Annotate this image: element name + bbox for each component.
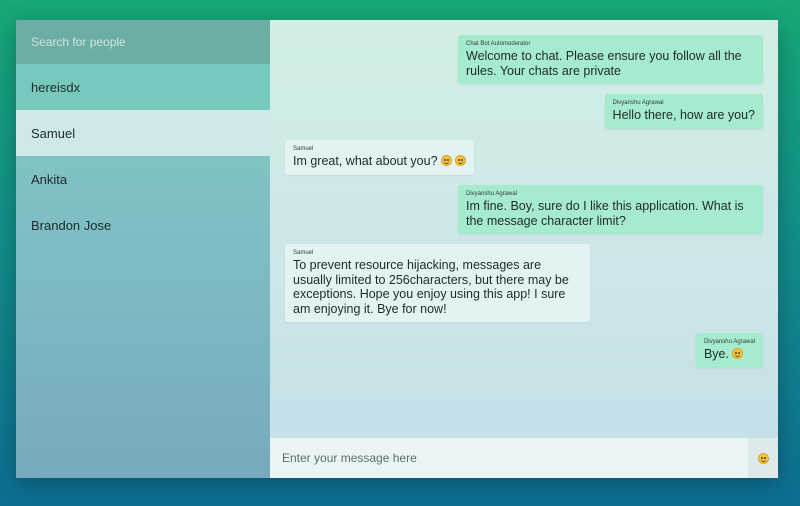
smiley-emoji-icon [731,348,743,359]
smiley-emoji-icon [440,155,452,166]
message-sender: Samuel [293,146,314,152]
search-bar [16,20,270,64]
search-input[interactable] [31,35,251,49]
contact-item-ankita[interactable]: Ankita [16,156,270,202]
smiley-emoji-icon [454,155,466,166]
contact-name: Brandon Jose [31,217,112,233]
message-sender: Divyanshu Agrawal [466,191,518,197]
message-text: Bye. [703,347,729,361]
contact-item-brandon-jose[interactable]: Brandon Jose [16,202,270,248]
message-sender: Divyanshu Agrawal [703,339,755,345]
chat-app-window: hereisdx Samuel Ankita Brandon Jose Chat… [16,20,778,478]
sidebar: hereisdx Samuel Ankita Brandon Jose [16,20,270,478]
message-bubble: Chat Bot Automoderator Welcome to chat. … [458,35,763,84]
contact-name: Samuel [31,125,76,141]
message-sender: Chat Bot Automoderator [466,41,531,47]
message-input[interactable] [270,438,748,478]
message-bubble: Divyanshu Agrawal Im fine. Boy, sure do … [458,185,763,234]
contact-item-hereisdx[interactable]: hereisdx [16,64,270,110]
contact-item-samuel[interactable]: Samuel [16,110,270,156]
message-text: To prevent resource hijacking, messages … [293,258,569,316]
message-text: Hello there, how are you? [612,108,755,122]
message-bubble: Samuel To prevent resource hijacking, me… [285,244,590,322]
message-text: Im great, what about you? [293,154,438,168]
smiley-emoji-icon [757,452,769,464]
message-bubble: Divyanshu Agrawal Hello there, how are y… [604,94,763,129]
message-list: Chat Bot Automoderator Welcome to chat. … [270,20,778,438]
contact-name: hereisdx [31,79,81,95]
message-text: Welcome to chat. Please ensure you follo… [466,49,742,78]
message-bubble: Samuel Im great, what about you? [285,140,474,175]
message-sender: Samuel [293,250,314,256]
message-text: Im fine. Boy, sure do I like this applic… [466,199,744,228]
message-bubble: Divyanshu Agrawal Bye. [695,333,763,368]
chat-panel: Chat Bot Automoderator Welcome to chat. … [270,20,778,478]
emoji-picker-button[interactable] [748,438,778,478]
message-composer [270,438,778,478]
message-sender: Divyanshu Agrawal [612,100,664,106]
contact-name: Ankita [31,171,68,187]
